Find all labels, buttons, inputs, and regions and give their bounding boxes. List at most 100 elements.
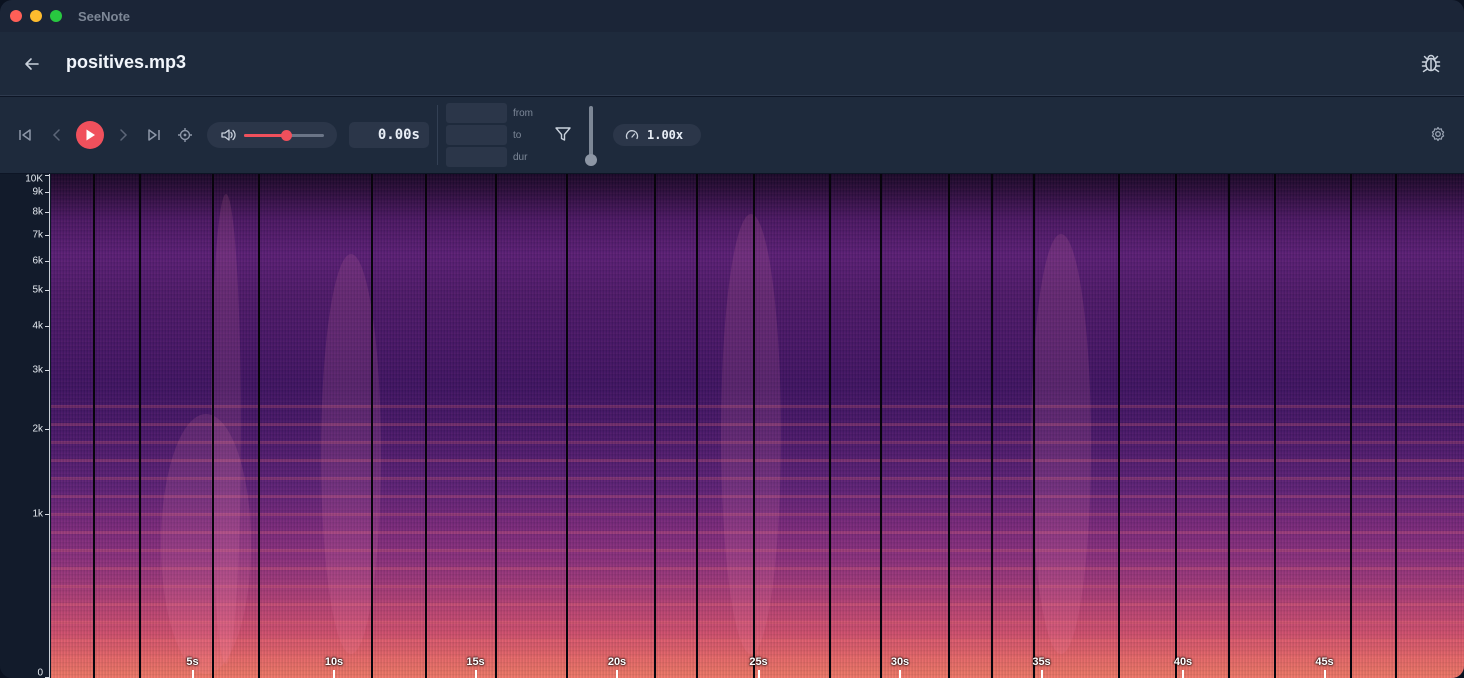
dur-label: dur [513, 152, 528, 163]
time-display: 0.00s [349, 122, 429, 148]
segment-boundary [370, 174, 373, 678]
x-axis-tick [1182, 670, 1184, 678]
spectral-energy [1031, 234, 1091, 654]
minimize-window-button[interactable] [30, 10, 42, 22]
y-axis-label: 4k [32, 320, 43, 332]
locate-playhead-button[interactable] [176, 126, 194, 144]
y-axis-tick [45, 192, 49, 194]
y-axis-tick [45, 514, 49, 515]
y-axis-label: 9k [32, 186, 43, 198]
next-button[interactable] [114, 126, 132, 144]
y-axis-tick [45, 175, 49, 176]
y-axis-tick [45, 260, 49, 262]
segment-boundary [1174, 174, 1177, 678]
segment-boundary [752, 174, 755, 678]
x-axis-label: 5s [186, 656, 199, 668]
y-axis-tick [45, 370, 49, 372]
debug-button[interactable] [1420, 52, 1442, 74]
playback-toolbar: 0.00s from to dur 1.00x [0, 97, 1464, 173]
x-axis-tick [757, 670, 760, 678]
y-axis-label: 1k [32, 508, 43, 520]
segment-boundary [696, 174, 699, 678]
close-window-button[interactable] [10, 10, 22, 22]
back-button[interactable] [22, 54, 42, 74]
mute-button[interactable] [219, 126, 237, 144]
segment-boundary [1033, 174, 1035, 678]
x-axis-tick [1323, 670, 1326, 678]
y-axis-label: 3k [32, 364, 43, 376]
x-axis-tick [1040, 670, 1043, 678]
gain-slider[interactable] [585, 106, 597, 166]
segment-boundary [257, 174, 260, 678]
app-window: SeeNote positives.mp3 0.00s from to dur … [0, 0, 1464, 678]
volume-control [207, 122, 337, 148]
x-axis-tick [899, 670, 901, 678]
x-axis-label: 45s [1315, 656, 1334, 668]
segment-boundary [495, 174, 498, 678]
skip-to-start-button[interactable] [16, 126, 34, 144]
playback-speed-button[interactable]: 1.00x [613, 124, 701, 146]
file-title: positives.mp3 [66, 52, 187, 72]
y-axis-label: 8k [32, 206, 43, 218]
segment-boundary [880, 174, 883, 678]
x-axis-label: 40s [1173, 656, 1193, 668]
y-axis-label: 6k [32, 255, 43, 267]
chevron-right-icon [120, 129, 128, 141]
toolbar-divider [437, 105, 438, 165]
title-bar: SeeNote [0, 0, 1464, 32]
x-axis-label: 30s [890, 656, 910, 668]
y-axis-tick [45, 212, 49, 214]
spectral-energy [721, 214, 781, 654]
segment-boundary [212, 174, 215, 678]
segment-boundary [424, 174, 427, 678]
crosshair-icon [178, 128, 192, 142]
volume-slider[interactable] [244, 130, 324, 141]
chevron-left-icon [52, 129, 60, 141]
segment-boundary [138, 174, 141, 678]
frequency-axis: 10K 9k 8k 7k 6k 5k 4k 3k 2k 1k 0 [0, 174, 50, 678]
x-axis-tick [474, 670, 477, 678]
x-axis-tick [333, 670, 335, 678]
app-title: SeeNote [78, 8, 131, 24]
y-axis-tick [45, 234, 49, 236]
volume-slider-thumb[interactable] [280, 130, 292, 141]
skip-to-end-icon [148, 129, 160, 141]
filter-button[interactable] [554, 125, 572, 143]
segment-boundary [829, 174, 832, 678]
settings-button[interactable] [1430, 126, 1446, 142]
segment-boundary [653, 174, 656, 678]
spectrogram-canvas[interactable]: 5s 10s 15s 20s 25s 30s 35s 40s 45s [51, 174, 1464, 678]
gain-slider-thumb[interactable] [585, 154, 597, 166]
segment-boundary [1117, 174, 1120, 678]
y-axis-label: 5k [32, 284, 43, 296]
file-header: positives.mp3 [0, 32, 1464, 96]
bug-icon [1421, 54, 1441, 73]
window-controls [10, 10, 62, 22]
from-input[interactable] [446, 103, 507, 123]
skip-to-start-icon [19, 129, 31, 141]
previous-button[interactable] [48, 126, 66, 144]
y-axis-tick [45, 428, 49, 430]
y-axis-label: 7k [32, 229, 43, 241]
spectral-energy [211, 194, 241, 664]
skip-to-end-button[interactable] [145, 126, 163, 144]
play-button[interactable] [76, 121, 104, 149]
y-axis-tick [45, 326, 49, 328]
segment-boundary [948, 174, 951, 678]
filter-icon [555, 127, 571, 141]
zoom-window-button[interactable] [50, 10, 62, 22]
x-axis-label: 20s [607, 656, 627, 668]
to-input[interactable] [446, 125, 507, 145]
x-axis-label: 35s [1032, 656, 1051, 668]
x-axis-label: 15s [466, 656, 485, 668]
x-axis-label: 10s [324, 656, 344, 668]
gear-icon [1431, 126, 1445, 142]
speaker-icon [221, 129, 236, 141]
dur-input[interactable] [446, 147, 507, 167]
x-axis-label: 25s [749, 656, 768, 668]
volume-slider-fill [244, 134, 286, 137]
playback-speed-value: 1.00x [647, 128, 684, 142]
segment-boundary [1349, 174, 1352, 678]
arrow-left-icon [25, 58, 39, 70]
y-axis-label: 0 [37, 667, 43, 678]
